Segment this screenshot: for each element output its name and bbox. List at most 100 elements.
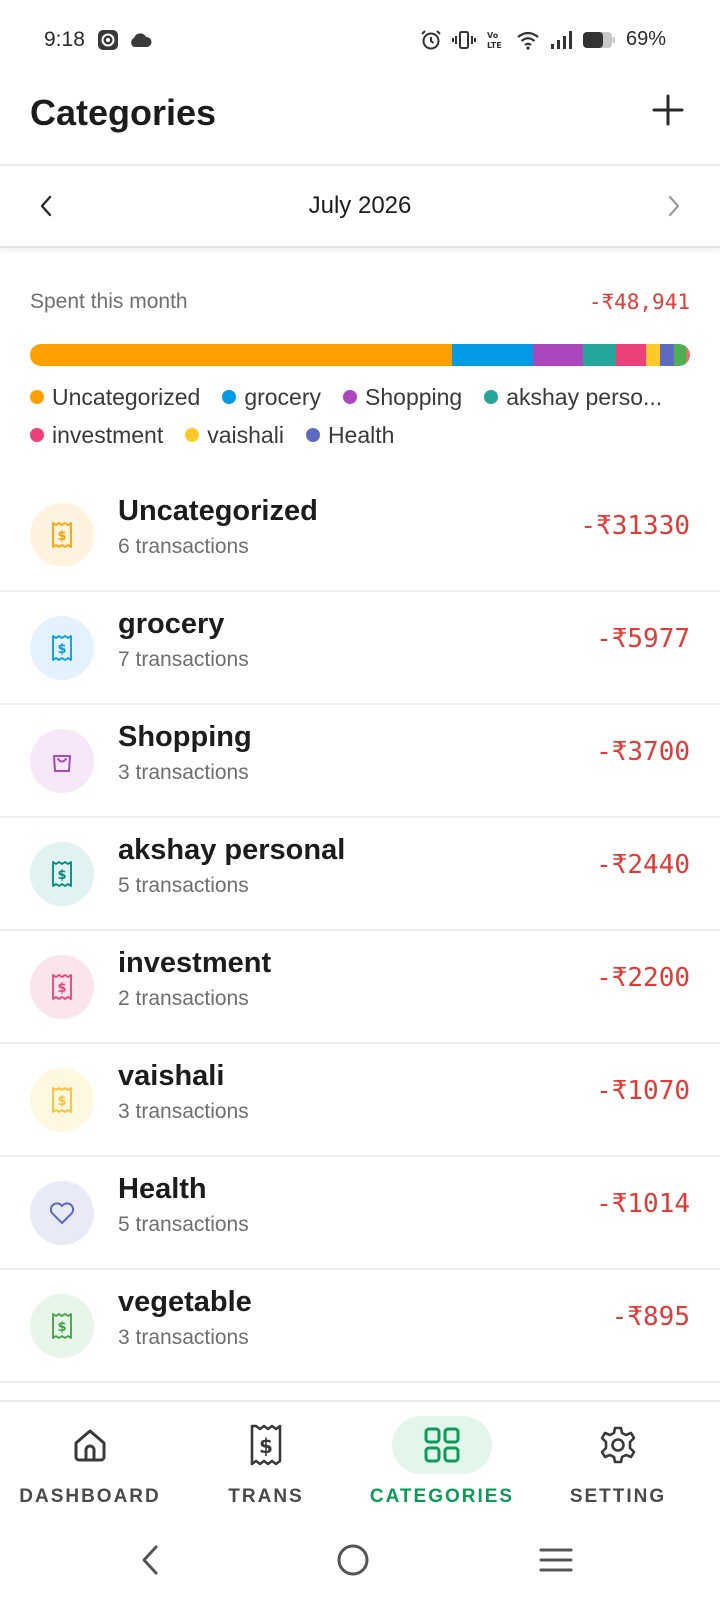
status-time: 9:18 — [44, 28, 85, 51]
nav-categories-label: CATEGORIES — [369, 1486, 515, 1507]
menu-icon — [539, 1548, 573, 1572]
category-name: investment — [118, 947, 272, 979]
page-title: Categories — [30, 92, 217, 133]
battery-percent: 69% — [625, 28, 666, 50]
wifi-icon — [516, 30, 540, 50]
legend-label: Shopping — [365, 383, 463, 410]
vibrate-icon — [451, 29, 476, 51]
category-row[interactable]: $ vegetable 3 transactions -₹895 — [0, 1270, 720, 1383]
receipt-icon: $ — [30, 1068, 94, 1132]
spending-legend: Uncategorized grocery Shopping akshay perso… — [30, 382, 710, 450]
category-row[interactable]: Shopping 3 transactions -₹3700 — [0, 705, 720, 818]
nav-setting[interactable]: SETTING — [528, 1416, 708, 1516]
legend-dot — [185, 428, 200, 442]
nav-setting-icon-wrap — [568, 1416, 668, 1474]
system-home-button[interactable] — [331, 1538, 375, 1582]
app-header: Categories — [0, 84, 720, 166]
category-row[interactable]: $ vaishali 3 transactions -₹1070 — [0, 1044, 720, 1157]
spending-breakdown-bar — [30, 344, 690, 366]
category-amount: -₹2440 — [596, 850, 690, 880]
add-category-button[interactable] — [646, 88, 690, 132]
legend-item: Uncategorized — [30, 382, 200, 412]
nav-dashboard-label: DASHBOARD — [19, 1486, 161, 1507]
receipt-icon: $ — [30, 842, 94, 906]
category-amount: -₹5977 — [596, 624, 690, 654]
svg-text:$: $ — [259, 1434, 273, 1458]
spend-bar-segment — [583, 344, 617, 366]
nav-trans-label: TRANS — [228, 1486, 304, 1507]
summary-label: Spent this month — [30, 290, 188, 313]
status-right-icons: Vo LTE 69% — [420, 28, 666, 51]
category-name: vaishali — [118, 1060, 225, 1092]
battery-icon — [582, 31, 616, 49]
category-row[interactable]: $ investment 2 transactions -₹2200 — [0, 931, 720, 1044]
legend-label: akshay perso... — [506, 383, 663, 410]
category-row[interactable]: $ akshay personal 5 transactions -₹2440 — [0, 818, 720, 931]
spend-bar-segment — [532, 344, 584, 366]
spend-bar-segment — [616, 344, 646, 366]
category-transaction-count: 7 transactions — [118, 648, 249, 671]
receipt-icon: $ — [30, 955, 94, 1019]
plus-icon — [652, 94, 684, 126]
legend-item: grocery — [222, 382, 321, 412]
spend-bar-segment — [452, 344, 533, 366]
category-amount: -₹3700 — [596, 737, 690, 767]
legend-label: Health — [327, 421, 395, 448]
back-arrow-icon — [142, 1545, 158, 1575]
svg-text:LTE: LTE — [487, 41, 502, 50]
category-transaction-count: 3 transactions — [118, 761, 249, 784]
category-transaction-count: 2 transactions — [118, 987, 249, 1010]
summary-total: -₹48,941 — [588, 290, 690, 314]
svg-text:$: $ — [57, 1320, 66, 1335]
category-amount: -₹1014 — [596, 1189, 690, 1219]
shopping-bag-icon — [30, 729, 94, 793]
receipt-icon: $ — [30, 616, 94, 680]
nav-setting-label: SETTING — [569, 1486, 667, 1507]
signal-icon — [550, 30, 572, 50]
legend-dot — [30, 428, 44, 442]
legend-dot — [343, 390, 358, 404]
legend-label: vaishali — [207, 421, 284, 448]
system-navigation-bar — [0, 1518, 720, 1600]
category-transaction-count: 5 transactions — [118, 1213, 249, 1236]
camera-notification-icon — [96, 28, 120, 57]
category-row[interactable]: Health 5 transactions -₹1014 — [0, 1157, 720, 1270]
home-circle-icon — [337, 1544, 369, 1576]
grid-icon — [424, 1427, 460, 1463]
category-list: $ Uncategorized 6 transactions -₹31330 $ groc… — [0, 479, 720, 1383]
nav-categories[interactable]: CATEGORIES — [352, 1416, 532, 1516]
system-recents-button[interactable] — [534, 1538, 578, 1582]
next-month-button[interactable] — [656, 188, 692, 224]
category-amount: -₹2200 — [596, 963, 690, 993]
spending-summary: Spent this month -₹48,941 Uncategorized g… — [30, 282, 690, 450]
category-transaction-count: 3 transactions — [118, 1100, 249, 1123]
nav-categories-icon-wrap — [392, 1416, 492, 1474]
svg-text:$: $ — [57, 529, 66, 544]
system-back-button[interactable] — [128, 1538, 172, 1582]
legend-label: grocery — [244, 383, 322, 410]
category-transaction-count: 6 transactions — [118, 535, 249, 558]
legend-item: akshay perso... — [484, 382, 662, 412]
category-amount: -₹31330 — [580, 511, 690, 541]
category-row[interactable]: $ grocery 7 transactions -₹5977 — [0, 592, 720, 705]
legend-label: investment — [52, 421, 164, 448]
category-transaction-count: 5 transactions — [118, 874, 249, 897]
volte-icon: Vo LTE — [486, 29, 506, 51]
nav-trans[interactable]: $ TRANS — [176, 1416, 356, 1516]
nav-dashboard[interactable]: DASHBOARD — [0, 1416, 180, 1516]
status-bar: 9:18 Vo LTE 69% — [0, 0, 720, 84]
cloud-icon — [128, 31, 152, 54]
receipt-icon: $ — [30, 1294, 94, 1358]
receipt-icon: $ — [30, 503, 94, 567]
category-name: Health — [118, 1173, 207, 1205]
legend-item: vaishali — [185, 420, 284, 450]
category-amount: -₹1070 — [596, 1076, 690, 1106]
gear-icon — [600, 1426, 636, 1464]
nav-dashboard-icon-wrap — [40, 1416, 140, 1474]
category-row[interactable]: $ Uncategorized 6 transactions -₹31330 — [0, 479, 720, 592]
legend-dot — [484, 390, 499, 404]
spend-bar-segment — [674, 344, 686, 366]
nav-trans-icon-wrap: $ — [216, 1416, 316, 1474]
spend-bar-segment — [645, 344, 661, 366]
month-navigator: July 2026 — [0, 166, 720, 248]
